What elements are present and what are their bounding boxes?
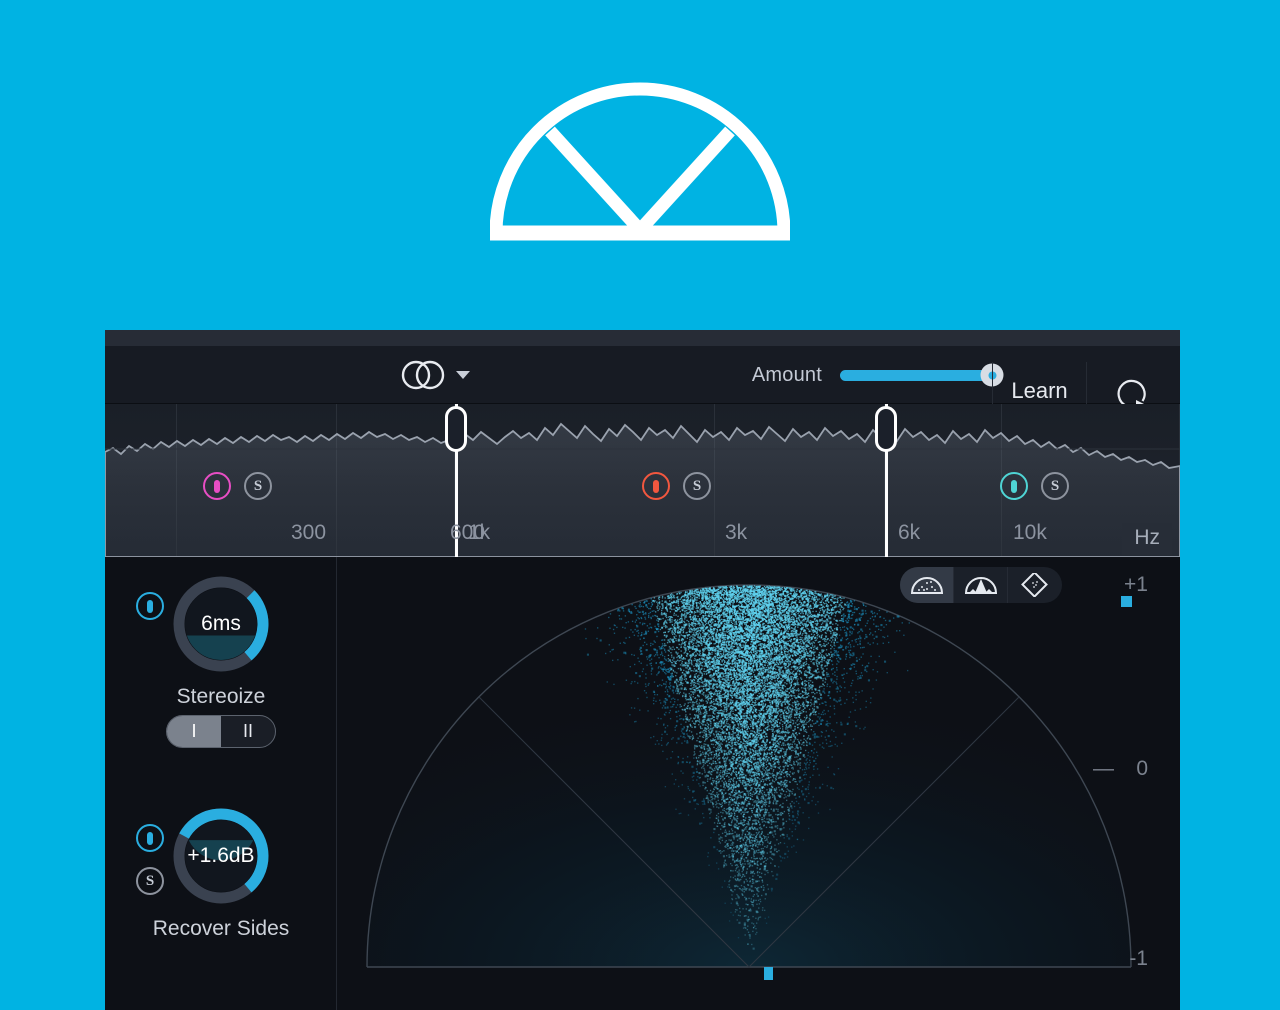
bypass-icon[interactable] (642, 472, 670, 500)
stereoize-label: Stereoize (176, 685, 266, 708)
app-root: Amount Learn S S S 300 600 1k 3k 6k 10k … (0, 0, 1280, 1010)
frequency-axis: 300 600 1k 3k 6k 10k (105, 521, 1180, 551)
stereoize-mode-2-label: II (242, 721, 253, 741)
solo-label: S (692, 477, 702, 494)
learn-label: Learn (1011, 378, 1068, 403)
bypass-icon[interactable] (136, 592, 164, 620)
solo-label: S (1050, 477, 1060, 494)
amount-slider[interactable] (840, 363, 1004, 387)
recover-sides-knob[interactable]: +1.6dB (171, 806, 271, 906)
freq-tick: 10k (1013, 521, 1047, 544)
stereoize-knob[interactable]: 6ms (171, 574, 271, 674)
correlation-bottom-label: -1 (1129, 947, 1148, 970)
stereoize-knob-dial (173, 576, 269, 672)
amount-control: Amount (751, 346, 1004, 404)
stereo-vectorscope[interactable]: +1 — 0 -1 (337, 557, 1180, 1010)
chevron-down-icon (456, 371, 470, 379)
freq-tick: 6k (898, 521, 921, 544)
recover-sides-badges: S (136, 824, 164, 895)
main-body: 6ms Stereoize I II S +1.6dB Recover Side… (105, 557, 1180, 1010)
stereoize-mode-2[interactable]: II (221, 716, 275, 747)
polar-levels-icon (964, 577, 997, 594)
solo-icon[interactable]: S (1041, 472, 1069, 500)
controls-panel: 6ms Stereoize I II S +1.6dB Recover Side… (105, 557, 337, 1010)
solo-label: S (145, 872, 155, 889)
view-mode-polar-levels[interactable] (954, 567, 1008, 603)
stereoize-mode-toggle[interactable]: I II (166, 715, 276, 748)
band-controls-mid: S (642, 472, 711, 500)
correlation-top-label: +1 (1124, 573, 1148, 596)
solo-icon[interactable]: S (136, 867, 164, 895)
view-mode-lissajous[interactable] (1008, 567, 1062, 603)
bypass-icon[interactable] (136, 824, 164, 852)
ozone-imager-semicircle-logo (490, 82, 790, 241)
plugin-header: Amount Learn (105, 346, 1180, 420)
correlation-meter: +1 — 0 -1 (1067, 557, 1172, 1010)
freq-tick: 300 (291, 521, 327, 544)
recover-sides-label: Recover Sides (152, 917, 290, 940)
stereo-overlapping-circles-icon (401, 360, 445, 390)
crossover-handle[interactable] (875, 406, 897, 452)
solo-label: S (253, 477, 263, 494)
plugin-window: Amount Learn S S S 300 600 1k 3k 6k 10k … (105, 330, 1180, 1010)
preset-selector[interactable] (400, 346, 470, 404)
polar-dots-icon (910, 577, 943, 594)
bypass-icon[interactable] (1000, 472, 1028, 500)
view-mode-switcher[interactable] (900, 567, 1062, 603)
band-controls-high: S (1000, 472, 1069, 500)
stereoize-badges (136, 592, 164, 620)
solo-icon[interactable]: S (683, 472, 711, 500)
lissajous-diamond-icon (1021, 573, 1048, 597)
correlation-indicator (1121, 596, 1132, 608)
stereoize-mode-1-label: I (191, 721, 197, 741)
freq-tick: 1k (468, 521, 491, 544)
correlation-mid-dash: — (1093, 757, 1114, 780)
bypass-icon[interactable] (203, 472, 231, 500)
correlation-mid-label: 0 (1136, 757, 1148, 780)
crossover-handle[interactable] (445, 406, 467, 452)
stereoize-mode-1[interactable]: I (167, 716, 221, 747)
spectrum-band-strip[interactable]: S S S 300 600 1k 3k 6k 10k Hz (105, 404, 1180, 557)
solo-icon[interactable]: S (244, 472, 272, 500)
view-mode-polar-dots[interactable] (900, 567, 954, 603)
freq-tick: 3k (725, 521, 748, 544)
vectorscope-canvas (337, 557, 1180, 1010)
plugin-titlebar (105, 330, 1180, 346)
pan-indicator (764, 967, 774, 980)
recover-sides-knob-dial (173, 808, 269, 904)
band-controls-low: S (203, 472, 272, 500)
brand-logo (0, 0, 1280, 330)
amount-slider-fill (840, 369, 992, 381)
amount-label: Amount (751, 363, 822, 386)
hz-unit-label: Hz (1122, 523, 1172, 555)
